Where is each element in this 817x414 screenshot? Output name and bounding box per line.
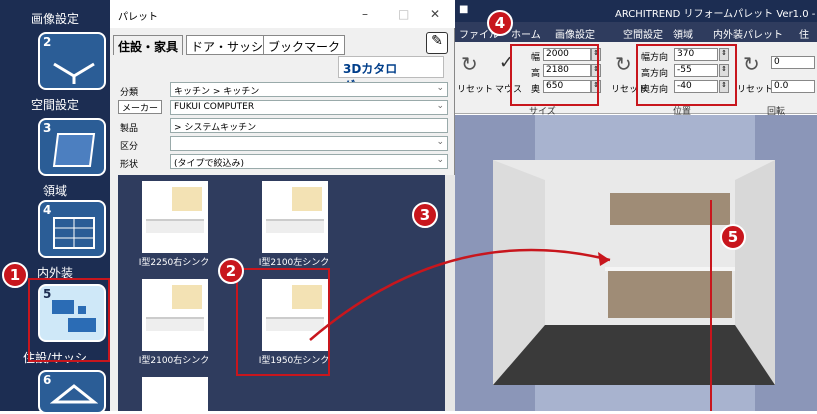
step-badge-3: 3	[412, 202, 438, 228]
tab-bookmark[interactable]: ブックマーク	[263, 35, 346, 55]
tab-equipment-furniture[interactable]: 住設・家具	[113, 35, 184, 55]
chevron-down-icon: ⌄	[436, 83, 444, 93]
tab-space-settings[interactable]: 空間設定	[623, 26, 663, 41]
maker-button[interactable]: メーカー	[118, 100, 162, 114]
rotation-input-1[interactable]: 0	[771, 56, 815, 69]
category-value: キッチン > キッチン	[174, 87, 260, 97]
shape-value: (タイプで絞込み)	[174, 159, 245, 169]
item-thumb-2[interactable]	[142, 279, 208, 351]
app-title: ARCHITREND リフォームパレット Ver1.0 - [] -	[615, 9, 817, 20]
reset-rotation-label: リセット	[737, 85, 774, 95]
tab-door-sash[interactable]: ドア・サッシ	[186, 35, 269, 55]
category-select[interactable]: キッチン > キッチン ⌄	[170, 82, 448, 97]
label-division: 区分	[120, 142, 139, 152]
leader-line	[710, 200, 712, 411]
highlight-size-fields	[510, 44, 599, 106]
rotation-input-2[interactable]: 0.0	[771, 80, 815, 93]
room-icon	[53, 62, 95, 84]
mode-tile-area[interactable]: 3	[38, 118, 106, 176]
reset-position-icon[interactable]: ↻	[615, 52, 632, 76]
label-shape: 形状	[120, 160, 139, 170]
close-button[interactable]: ✕	[430, 7, 440, 21]
app-logo-icon: ■	[459, 4, 469, 15]
item-caption-2: I型2100右シンク	[138, 356, 210, 366]
step-badge-5: 5	[720, 224, 746, 250]
house-icon	[50, 384, 98, 404]
reset-size-label: リセット	[457, 85, 494, 95]
mode-tile-interior[interactable]: 4	[38, 200, 106, 258]
mode-tile-6[interactable]: 6	[38, 370, 106, 414]
division-select[interactable]: ⌄	[170, 136, 448, 151]
brick-wall-icon	[53, 217, 95, 249]
drag-arrow	[309, 248, 611, 341]
label-category: 分類	[120, 88, 139, 98]
mode-title-image[interactable]: 画像設定	[0, 10, 110, 27]
maker-value: FUKUI COMPUTER	[174, 102, 255, 112]
mode-label-area: 領域	[42, 184, 67, 198]
chevron-down-icon: ⌄	[436, 101, 444, 111]
palette-title: パレット	[118, 12, 158, 23]
upper-cabinet	[610, 193, 730, 225]
item-thumb-4[interactable]	[142, 377, 208, 411]
highlight-equipment-tile	[28, 278, 110, 362]
tab-image-settings[interactable]: 画像設定	[555, 26, 595, 41]
chevron-down-icon: ⌄	[436, 137, 444, 147]
step-badge-1: 1	[2, 262, 28, 288]
3d-catalog-logo[interactable]: 3Dカタログ.com	[338, 56, 444, 93]
area-icon	[52, 133, 96, 167]
reset-rotation-icon[interactable]: ↻	[743, 52, 760, 76]
item-thumb-0[interactable]	[142, 181, 208, 253]
tab-interior-palette[interactable]: 内外装パレット	[713, 26, 783, 41]
maximize-button[interactable]: □	[398, 7, 409, 21]
shape-select[interactable]: (タイプで絞込み) ⌄	[170, 154, 448, 169]
label-product: 製品	[120, 124, 139, 134]
maker-select[interactable]: FUKUI COMPUTER ⌄	[170, 100, 448, 115]
highlight-position-fields	[636, 44, 737, 106]
item-caption-0: I型2250右シンク	[138, 258, 210, 268]
product-value: > システムキッチン	[174, 123, 257, 133]
chevron-down-icon: ⌄	[436, 155, 444, 165]
tab-area[interactable]: 領域	[673, 26, 693, 41]
tab-home[interactable]: ホーム	[511, 26, 541, 41]
edit-pencil-icon[interactable]: ✎	[426, 32, 448, 54]
palette-titlebar: パレット – □ ✕	[110, 0, 455, 28]
reset-size-icon[interactable]: ↻	[461, 52, 478, 76]
tab-equipment[interactable]: 住	[799, 26, 809, 41]
mode-tile-space[interactable]: 2	[38, 32, 106, 90]
step-badge-2: 2	[218, 258, 244, 284]
mode-label-space: 空間設定	[30, 98, 79, 112]
product-field[interactable]: > システムキッチン	[170, 118, 448, 133]
step-badge-4: 4	[487, 10, 513, 36]
minimize-button[interactable]: –	[362, 7, 368, 21]
